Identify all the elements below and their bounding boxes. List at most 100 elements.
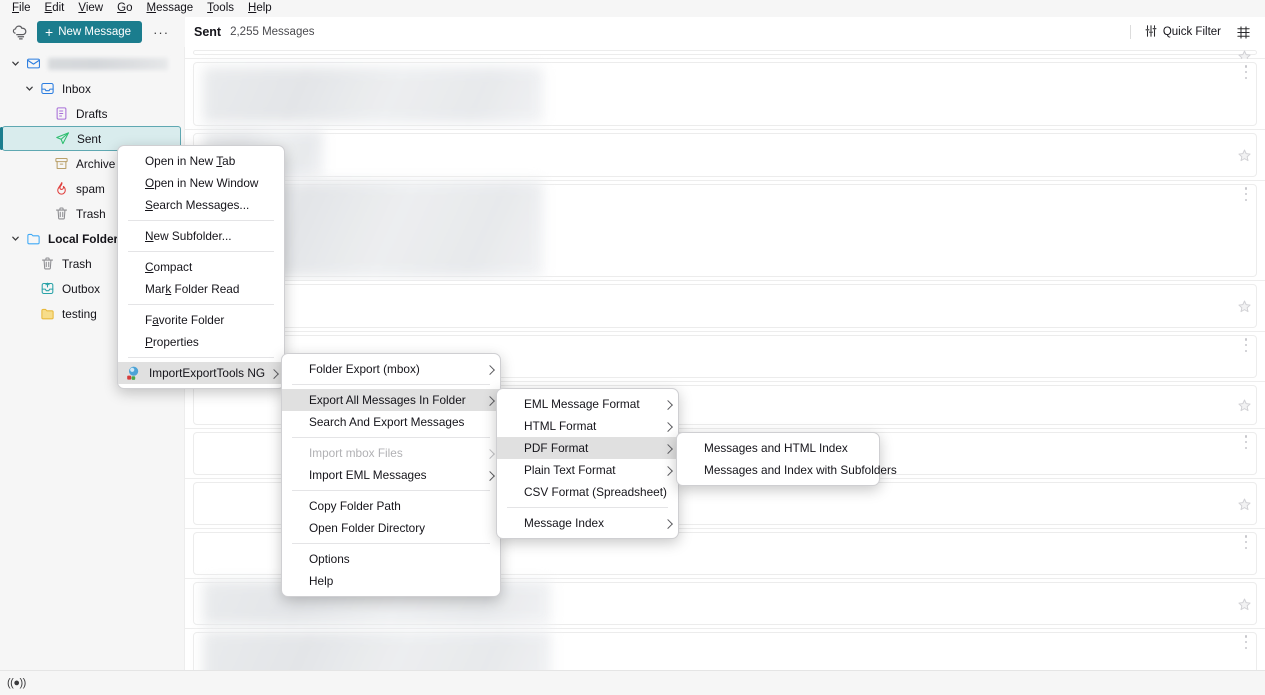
menu-item-import-mbox-files: Import mbox Files — [282, 442, 500, 464]
pdf-format-menu[interactable]: Messages and HTML IndexMessages and Inde… — [676, 432, 880, 486]
table-row[interactable] — [185, 47, 1265, 59]
sidebar-item-drafts[interactable]: Drafts — [2, 101, 181, 126]
menu-item-label: Export All Messages In Folder — [309, 393, 466, 407]
menubar-item-go[interactable]: Go — [110, 0, 139, 17]
sent-icon — [52, 131, 72, 146]
star-icon[interactable] — [1237, 398, 1252, 413]
sidebar-item-label: Drafts — [71, 107, 107, 121]
menu-item-copy-folder-path[interactable]: Copy Folder Path — [282, 495, 500, 517]
row-menu-icon[interactable] — [1244, 535, 1248, 549]
row-menu-icon[interactable] — [1244, 187, 1248, 201]
sidebar-item-inbox[interactable]: Inbox — [2, 76, 181, 101]
importexporttools-ng-menu[interactable]: Folder Export (mbox) Export All Messages … — [281, 353, 501, 597]
menu-item-options[interactable]: Options — [282, 548, 500, 570]
menu-separator — [292, 437, 490, 438]
column-layout-icon — [1236, 25, 1251, 40]
menu-item-help[interactable]: Help — [282, 570, 500, 592]
row-menu-icon[interactable] — [1244, 65, 1248, 79]
menu-item-compact[interactable]: Compact — [118, 256, 284, 278]
new-message-button[interactable]: + New Message — [37, 21, 142, 43]
star-icon[interactable] — [1237, 497, 1252, 512]
filter-sliders-icon — [1144, 24, 1158, 41]
archive-icon — [51, 156, 71, 171]
main-toolbar: + New Message ··· Sent 2,255 Messages — [0, 17, 1265, 47]
menu-item-message-index[interactable]: Message Index — [497, 512, 678, 534]
menu-item-open-folder-directory[interactable]: Open Folder Directory — [282, 517, 500, 539]
menu-item-new-subfolder[interactable]: New Subfolder... — [118, 225, 284, 247]
row-menu-icon[interactable] — [1244, 635, 1248, 649]
column-options-button[interactable] — [1230, 22, 1257, 43]
chevron-down-icon[interactable] — [8, 234, 23, 243]
star-icon[interactable] — [1237, 148, 1252, 163]
menubar-item-edit[interactable]: Edit — [38, 0, 72, 17]
row-menu-icon[interactable] — [1244, 435, 1248, 449]
menu-item-folder-export-mbox[interactable]: Folder Export (mbox) — [282, 358, 500, 380]
star-icon[interactable] — [1237, 299, 1252, 314]
table-row[interactable] — [185, 130, 1265, 181]
table-row[interactable] — [185, 59, 1265, 130]
menu-item-mark-folder-read[interactable]: Mark Folder Read — [118, 278, 284, 300]
message-content-redacted — [203, 631, 551, 670]
chevron-right-icon — [485, 365, 495, 375]
menu-item-label: Messages and Index with Subfolders — [704, 463, 897, 477]
menu-item-favorite-folder[interactable]: Favorite Folder — [118, 309, 284, 331]
table-row[interactable] — [185, 281, 1265, 332]
sidebar-item-label: Trash — [57, 257, 92, 271]
chevron-down-icon[interactable] — [8, 59, 23, 68]
quick-filter-button[interactable]: Quick Filter — [1139, 21, 1226, 44]
menu-bar: FileEditViewGoMessageToolsHelp — [0, 0, 1265, 17]
status-bar: ((●)) — [0, 670, 1265, 695]
chevron-right-icon — [485, 396, 495, 406]
table-row[interactable] — [185, 181, 1265, 281]
menu-item-messages-and-index-with-subfolders[interactable]: Messages and Index with Subfolders — [677, 459, 879, 481]
menu-item-label: EML Message Format — [524, 397, 640, 411]
sidebar-item-account-root[interactable] — [2, 51, 181, 76]
menu-item-eml-message-format[interactable]: EML Message Format — [497, 393, 678, 415]
chevron-right-icon — [663, 400, 673, 410]
export-format-menu[interactable]: EML Message Format HTML FormatPDF FormatP… — [496, 388, 679, 539]
plus-icon: + — [45, 25, 53, 39]
menubar-item-tools[interactable]: Tools — [200, 0, 241, 17]
folder-header: Sent 2,255 Messages Quick Filter — [185, 17, 1265, 47]
menu-item-search-and-export-messages[interactable]: Search And Export Messages — [282, 411, 500, 433]
menu-item-label: Properties — [145, 335, 199, 349]
menu-item-label: ImportExportTools NG — [149, 366, 265, 380]
chevron-down-icon[interactable] — [22, 84, 37, 93]
menubar-item-file[interactable]: File — [5, 0, 38, 17]
message-row-card — [193, 50, 1257, 55]
menu-separator — [128, 357, 274, 358]
chevron-right-icon — [485, 471, 495, 481]
menu-item-label: Search And Export Messages — [309, 415, 464, 429]
menu-item-label: Help — [309, 574, 333, 588]
toolbar-right: Quick Filter — [1130, 17, 1265, 47]
menu-item-properties[interactable]: Properties — [118, 331, 284, 353]
sidebar-item-label: spam — [71, 182, 105, 196]
menubar-item-message[interactable]: Message — [139, 0, 200, 17]
spaces-toolbar-icon[interactable] — [10, 22, 30, 42]
offline-status-icon[interactable]: ((●)) — [7, 677, 26, 689]
chevron-right-icon — [663, 519, 673, 529]
menu-item-csv-format-spreadsheet[interactable]: CSV Format (Spreadsheet) — [497, 481, 678, 503]
menubar-item-help[interactable]: Help — [241, 0, 279, 17]
sidebar-item-label: Outbox — [57, 282, 100, 296]
menubar-item-view[interactable]: View — [71, 0, 110, 17]
sidebar-item-label: Sent — [72, 132, 101, 146]
menu-item-pdf-format[interactable]: PDF Format — [497, 437, 678, 459]
menu-item-open-in-new-tab[interactable]: Open in New Tab — [118, 150, 284, 172]
menu-item-search-messages[interactable]: Search Messages... — [118, 194, 284, 216]
menu-item-label: New Subfolder... — [145, 229, 232, 243]
row-menu-icon[interactable] — [1244, 338, 1248, 352]
toolbar-overflow-button[interactable]: ··· — [149, 25, 173, 40]
menu-item-export-all-messages-in-folder[interactable]: Export All Messages In Folder — [282, 389, 500, 411]
menu-item-html-format[interactable]: HTML Format — [497, 415, 678, 437]
folder-context-menu[interactable]: Open in New TabOpen in New WindowSearch … — [117, 145, 285, 389]
table-row[interactable] — [185, 629, 1265, 670]
menu-item-label: Import mbox Files — [309, 446, 403, 460]
menu-item-import-eml-messages[interactable]: Import EML Messages — [282, 464, 500, 486]
menu-item-open-in-new-window[interactable]: Open in New Window — [118, 172, 284, 194]
menu-item-plain-text-format[interactable]: Plain Text Format — [497, 459, 678, 481]
menu-item-messages-and-html-index[interactable]: Messages and HTML Index — [677, 437, 879, 459]
menu-item-importexporttools-ng[interactable]: ImportExportTools NG — [118, 362, 284, 384]
star-icon[interactable] — [1237, 597, 1252, 612]
message-count: 2,255 Messages — [230, 26, 314, 38]
